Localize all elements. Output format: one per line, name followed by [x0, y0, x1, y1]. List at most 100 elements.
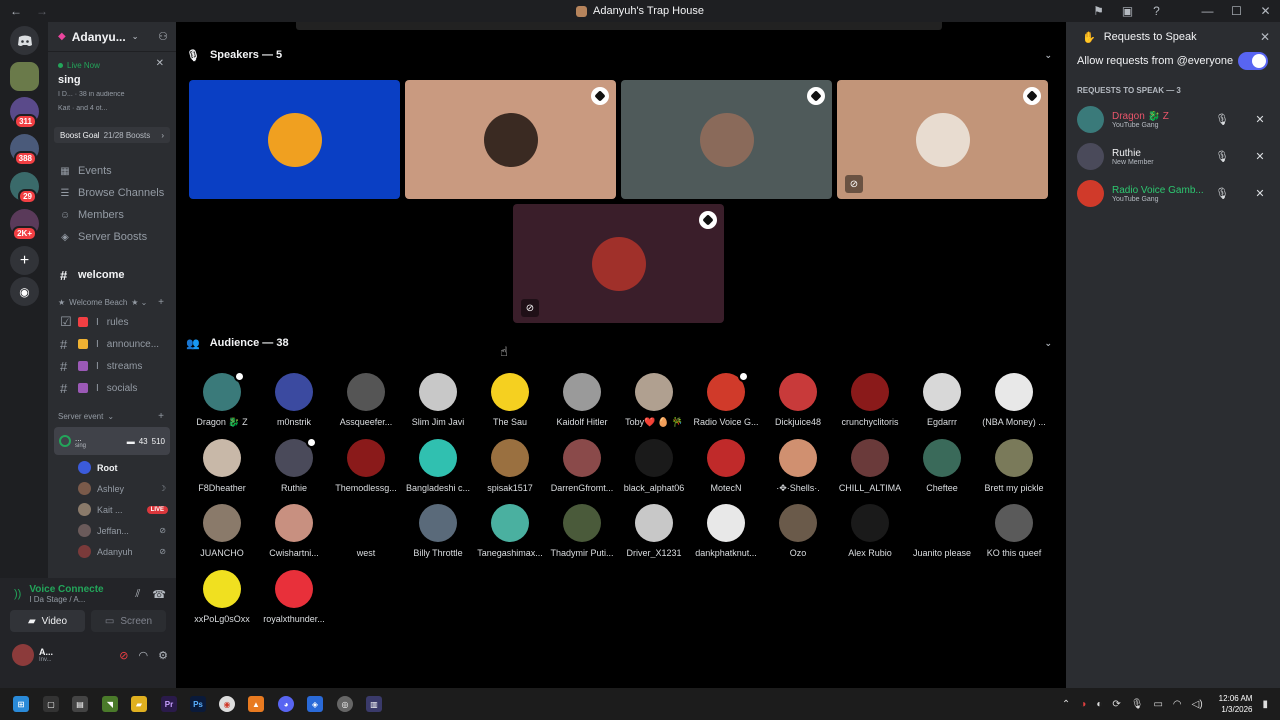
audience-member[interactable]: CHILL_ALTIMA [834, 438, 906, 501]
maximize-button[interactable]: ☐ [1222, 4, 1251, 18]
speaker-tile[interactable]: ⊘ [837, 80, 1048, 199]
speaker-tile[interactable] [621, 80, 832, 199]
audience-member[interactable]: MotecN [690, 438, 762, 501]
app-icon[interactable]: ▲ [248, 696, 264, 712]
server-folder-3[interactable]: 29 [10, 172, 39, 204]
speakers-header[interactable]: 🎙 Speakers — 5 ⌄ [186, 45, 1052, 65]
display-icon[interactable]: ▭ [1153, 699, 1162, 710]
audience-member[interactable]: black_alphat06 [618, 438, 690, 501]
photoshop-icon[interactable]: Ps [190, 696, 206, 712]
audience-member[interactable]: xxPoLg0sOxx [186, 569, 258, 632]
screen-share-preview[interactable] [296, 22, 942, 30]
category-welcome-beach[interactable]: ★ Welcome Beach ★ ⌄ + [48, 293, 176, 311]
headphones-icon[interactable]: ◠ [139, 649, 149, 662]
chevron-up-icon[interactable]: ⌃ [1062, 699, 1070, 710]
minimize-button[interactable]: — [1193, 4, 1222, 18]
audience-member[interactable]: ·✥·Shells·. [762, 438, 834, 501]
speaker-tile[interactable] [405, 80, 616, 199]
screen-button[interactable]: ▭ Screen [91, 610, 166, 632]
noise-suppression-icon[interactable]: ⫽ [135, 588, 140, 601]
speak-request[interactable]: Ruthie New Member 🎙 ✕ [1066, 138, 1280, 175]
audience-member[interactable]: west [330, 504, 402, 566]
app-icon[interactable]: ◎ [337, 696, 353, 712]
audience-member[interactable]: Dragon 🐉 Z [186, 371, 258, 435]
audience-member[interactable]: JUANCHO [186, 504, 258, 566]
audience-member[interactable]: Cwishartni... [258, 504, 330, 566]
audience-member[interactable]: royalxthunder... [258, 569, 330, 632]
audience-member[interactable]: Assqueefer... [330, 373, 402, 435]
audience-member[interactable]: Thadymir Puti... [546, 504, 618, 566]
discord-icon[interactable]: ◕ [278, 696, 294, 712]
close-icon[interactable]: ✕ [156, 58, 164, 69]
notification-icon[interactable]: ▮ [1262, 699, 1268, 710]
discord-home-icon[interactable] [10, 26, 39, 55]
flag-icon[interactable]: ⚑ [1084, 4, 1113, 18]
app-tray-icon[interactable]: ⟳ [1112, 699, 1120, 710]
audience-member[interactable]: Ruthie [258, 436, 330, 501]
audience-member[interactable]: Tanegashimax... [474, 504, 546, 566]
audience-member[interactable]: F8Dheather [186, 438, 258, 501]
audience-member[interactable]: m0nstrik [258, 373, 330, 435]
microphone-icon[interactable]: 🎙 [1131, 699, 1144, 710]
channel-streams[interactable]: # Istreams [48, 355, 176, 377]
app-tray-icon[interactable]: ◐ [1096, 699, 1102, 710]
help-icon[interactable]: ? [1142, 4, 1171, 18]
audience-member[interactable]: crunchyclitoris [834, 373, 906, 435]
voice-member[interactable]: Adanyuh ⊘ [48, 541, 176, 562]
add-channel-icon[interactable]: + [158, 411, 164, 422]
audience-member[interactable]: Themodlessg... [330, 438, 402, 501]
boost-goal[interactable]: Boost Goal 21/28 Boosts › [54, 127, 170, 143]
disconnect-icon[interactable]: ☎ [152, 588, 166, 601]
dismiss-request-icon[interactable]: ✕ [1250, 187, 1270, 200]
inbox-icon[interactable]: ▣ [1113, 4, 1142, 18]
server-folder-1[interactable]: 311 [10, 97, 39, 129]
avatar[interactable] [12, 644, 34, 666]
channel-rules[interactable]: ☑ Irules [48, 311, 176, 333]
audience-member[interactable]: Kaidolf Hitler [546, 373, 618, 435]
wifi-icon[interactable]: ◠ [1173, 699, 1182, 710]
nav-browse-channels[interactable]: ☰ Browse Channels [48, 182, 176, 204]
audience-member[interactable]: Driver_X1231 [618, 504, 690, 566]
server-header[interactable]: ◆ Adanyu... ⌄ ⚇ [48, 22, 176, 52]
task-view-icon[interactable]: ▢ [43, 696, 59, 712]
speak-request[interactable]: Dragon 🐉 Z YouTube Gang 🎙 ✕ [1066, 101, 1280, 138]
channel-announcements[interactable]: # Iannounce... [48, 333, 176, 355]
back-arrow-icon[interactable]: ← [10, 4, 22, 18]
server-icon-active[interactable] [10, 62, 39, 91]
audience-member[interactable]: Bangladeshi c... [402, 438, 474, 501]
mic-muted-icon[interactable]: ⊘ [119, 649, 128, 662]
audience-member[interactable]: Alex Rubio [834, 504, 906, 566]
allow-requests-toggle[interactable] [1238, 52, 1268, 70]
premiere-icon[interactable]: Pr [161, 696, 177, 712]
voice-member[interactable]: Kait ... LIVE [48, 499, 176, 520]
channel-welcome[interactable]: # welcome [48, 264, 176, 286]
channel-socials[interactable]: # Isocials [48, 377, 176, 399]
speak-request[interactable]: Radio Voice Gamb... YouTube Gang 🎙 ✕ [1066, 175, 1280, 212]
dismiss-request-icon[interactable]: ✕ [1250, 113, 1270, 126]
audience-member[interactable]: The Sau [474, 373, 546, 435]
video-button[interactable]: ▰ Video [10, 610, 85, 632]
speaker-tile[interactable]: ⊘ [513, 204, 724, 323]
speaker-tile[interactable] [189, 80, 400, 199]
audience-member[interactable]: Juanito please [906, 504, 978, 566]
voice-member[interactable]: Jeffan... ⊘ [48, 520, 176, 541]
settings-gear-icon[interactable]: ⚙ [158, 649, 168, 662]
app-icon[interactable]: ▥ [366, 696, 382, 712]
audience-member[interactable]: KO this queef [978, 504, 1050, 566]
live-now-card[interactable]: Live Now sing I D... · 38 in audience Ka… [54, 58, 170, 115]
add-channel-icon[interactable]: + [158, 297, 164, 308]
voice-channel[interactable]: I Da Stage / A... [29, 595, 103, 604]
add-server-icon[interactable]: + [10, 246, 39, 275]
forward-arrow-icon[interactable]: → [36, 4, 48, 18]
accept-speaker-icon[interactable]: 🎙 [1212, 113, 1232, 126]
audience-member[interactable]: Radio Voice G... [690, 371, 762, 435]
category-server-event[interactable]: Server event ⌄ + [48, 407, 176, 425]
audience-member[interactable]: spisak1517 [474, 438, 546, 501]
audience-member[interactable]: dankphatknut... [690, 504, 762, 566]
file-explorer-icon[interactable]: ▰ [131, 696, 147, 712]
accept-speaker-icon[interactable]: 🎙 [1212, 150, 1232, 163]
dismiss-request-icon[interactable]: ✕ [1250, 150, 1270, 163]
audience-header[interactable]: 👥 Audience — 38 ⌄ [186, 333, 1052, 353]
nav-members[interactable]: ☺ Members [48, 204, 176, 226]
invite-icon[interactable]: ⚇ [158, 30, 168, 43]
